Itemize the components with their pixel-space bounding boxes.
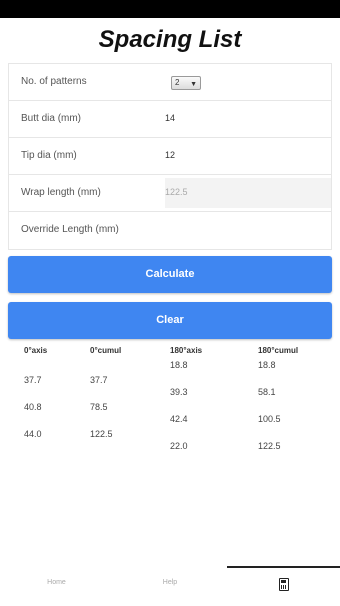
col-180-axis: 180°axis 18.8 39.3 42.4 22.0	[170, 346, 202, 468]
nav-help[interactable]: Help	[113, 566, 227, 606]
wrap-length-label: Wrap length (mm)	[21, 187, 101, 198]
calculate-button[interactable]: Calculate	[8, 256, 332, 293]
table-cell: 40.8	[24, 402, 42, 412]
butt-dia-label: Butt dia (mm)	[21, 113, 82, 124]
col-header: 0°cumul	[90, 346, 122, 355]
patterns-select-value: 2	[175, 78, 180, 87]
results-table: 0°axis 37.7 40.8 44.0 0°cumul 37.7 78.5 …	[0, 346, 340, 476]
col-header: 0°axis	[24, 346, 48, 355]
override-length-row: Override Length (mm)	[9, 212, 331, 249]
table-cell: 22.0	[170, 441, 188, 451]
table-cell: 122.5	[258, 441, 281, 451]
nav-calculator[interactable]	[227, 566, 340, 606]
table-cell: 58.1	[258, 387, 276, 397]
tip-dia-row: Tip dia (mm) 12	[9, 138, 331, 175]
status-bar	[0, 0, 340, 18]
nav-home[interactable]: Home	[0, 566, 113, 606]
table-cell: 37.7	[90, 375, 108, 385]
chevron-down-icon: ▼	[190, 81, 197, 88]
table-cell: 122.5	[90, 429, 113, 439]
table-cell: 78.5	[90, 402, 108, 412]
calculator-icon	[278, 578, 289, 591]
table-cell: 39.3	[170, 387, 188, 397]
table-cell: 44.0	[24, 429, 42, 439]
clear-button[interactable]: Clear	[8, 302, 332, 339]
butt-dia-input[interactable]: 14	[165, 113, 175, 123]
patterns-label: No. of patterns	[21, 76, 87, 87]
tip-dia-input[interactable]: 12	[165, 150, 175, 160]
patterns-select[interactable]: 2 ▼	[171, 76, 201, 90]
col-header: 180°cumul	[258, 346, 299, 355]
page-title: Spacing List	[98, 26, 242, 53]
table-cell: 100.5	[258, 414, 281, 424]
col-0-axis: 0°axis 37.7 40.8 44.0	[24, 346, 47, 456]
butt-dia-row: Butt dia (mm) 14	[9, 101, 331, 138]
wrap-length-field: 122.5	[165, 178, 331, 208]
patterns-row: No. of patterns 2 ▼	[9, 64, 331, 101]
bottom-nav: Home Help	[0, 566, 340, 606]
tip-dia-label: Tip dia (mm)	[21, 150, 77, 161]
input-form: No. of patterns 2 ▼ Butt dia (mm) 14 Tip…	[8, 63, 332, 250]
table-cell: 42.4	[170, 414, 188, 424]
col-0-cumul: 0°cumul 37.7 78.5 122.5	[90, 346, 121, 456]
override-length-label: Override Length (mm)	[21, 224, 119, 235]
wrap-length-row: Wrap length (mm) 122.5	[9, 175, 331, 212]
col-180-cumul: 180°cumul 18.8 58.1 100.5 122.5	[258, 346, 298, 468]
col-header: 180°axis	[170, 346, 203, 355]
table-cell: 18.8	[170, 360, 188, 370]
table-cell: 18.8	[258, 360, 276, 370]
table-cell: 37.7	[24, 375, 42, 385]
